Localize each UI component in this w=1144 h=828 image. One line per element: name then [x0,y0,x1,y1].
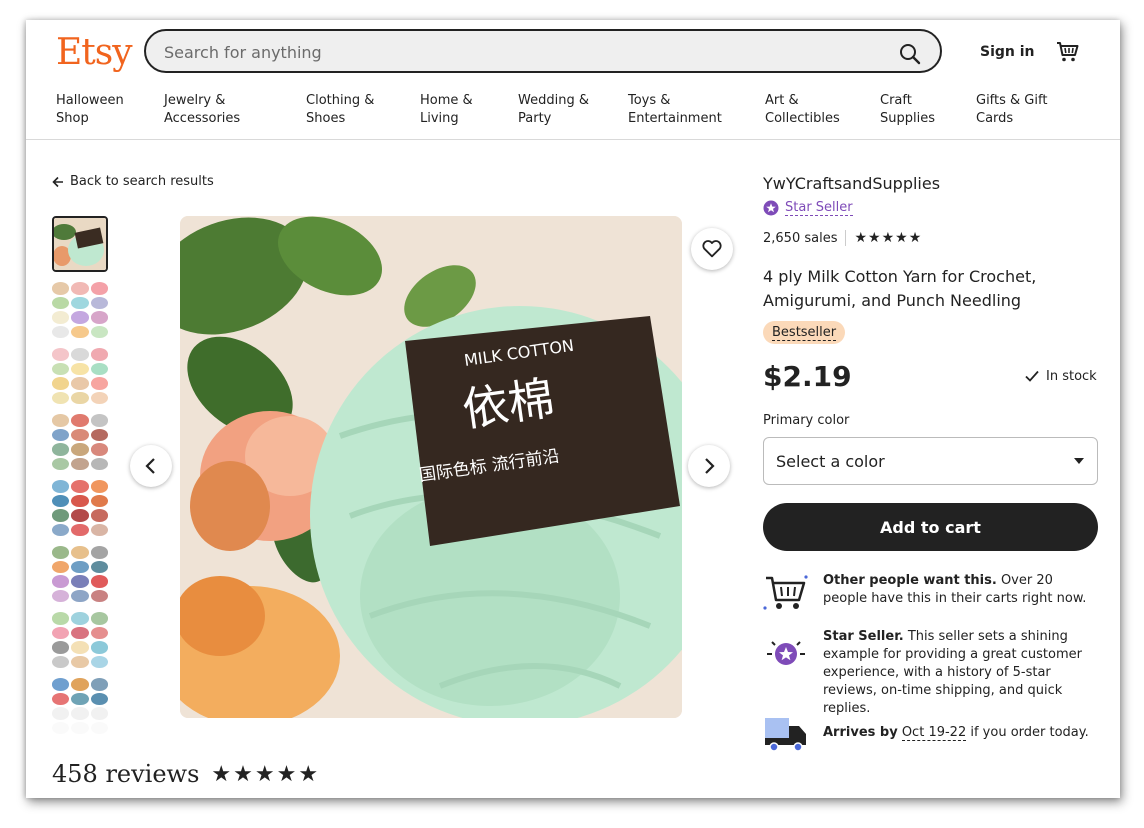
checkmark-icon [1025,370,1039,382]
cart-demand-icon [763,575,808,610]
browser-page: Etsy Sign in Halloween Shop Jewelry & Ac… [26,20,1120,798]
primary-color-label: Primary color [763,413,850,428]
thumbnail-6[interactable] [52,546,108,602]
cart-button[interactable] [1056,40,1080,64]
reviews-stars: ★★★★★ [211,761,321,787]
shopping-cart-icon [1057,42,1079,62]
stock-status: In stock [1024,368,1097,384]
shop-rating-stars[interactable]: ★★★★★ [854,230,922,246]
nav-clothing-shoes[interactable]: Clothing & Shoes [306,92,416,128]
thumbnail-8[interactable] [52,678,108,734]
delivery-truck-icon [765,718,806,752]
thumbnail-strip [52,216,112,744]
etsy-logo[interactable]: Etsy [56,32,133,73]
thumbnail-4[interactable] [52,414,108,470]
select-value: Select a color [776,451,885,471]
nav-halloween-shop[interactable]: Halloween Shop [56,92,166,128]
yarn-swatch-grid [52,546,108,602]
demand-notice: Other people want this. Over 20 people h… [763,572,1098,612]
nav-art-collectibles[interactable]: Art & Collectibles [765,92,875,128]
sign-in-link[interactable]: Sign in [980,44,1035,60]
back-to-search-link[interactable]: Back to search results [52,174,214,189]
sales-count: 2,650 sales [763,230,838,246]
thumbnail-image [54,218,106,270]
yarn-photo: MILK COTTON 依棉 国际色标 流行前沿 [180,216,682,718]
thumbnail-2[interactable] [52,282,108,338]
shop-name-link[interactable]: YwYCraftsandSupplies [763,174,940,193]
prev-image-button[interactable] [130,445,172,487]
add-to-cart-button[interactable]: Add to cart [763,503,1098,551]
star-seller-text: Star Seller. This seller sets a shining … [823,629,1082,716]
thumbnail-1[interactable] [52,216,108,272]
nav-craft-supplies[interactable]: Craft Supplies [880,92,990,128]
delivery-dates[interactable]: Oct 19-22 [901,725,967,741]
delivery-text: Arrives by Oct 19-22 if you order today. [823,725,1089,741]
star-seller-badge-icon [767,641,805,665]
demand-text: Other people want this. Over 20 people h… [823,573,1087,606]
star-seller-badge[interactable]: Star Seller [763,200,853,216]
thumbnail-5[interactable] [52,480,108,536]
yarn-swatch-grid [52,480,108,536]
search-icon [900,44,921,65]
product-price: $2.19 [763,360,852,393]
delivery-notice: Arrives by Oct 19-22 if you order today. [763,714,1098,754]
nav-toys-entertainment[interactable]: Toys & Entertainment [628,92,758,128]
thumbnail-7[interactable] [52,612,108,668]
star-seller-icon [763,200,779,216]
chevron-left-icon [145,458,155,474]
separator [845,230,847,246]
bestseller-label: Bestseller [772,325,837,341]
star-seller-notice: Star Seller. This seller sets a shining … [763,628,1098,718]
header-divider [26,139,1120,140]
search-input[interactable] [162,39,866,65]
reviews-count: 458 reviews [52,760,200,788]
yarn-swatch-grid [52,414,108,470]
search-button[interactable] [898,42,922,66]
search-bar[interactable] [144,29,942,73]
nav-wedding-party[interactable]: Wedding & Party [518,92,628,128]
bestseller-badge[interactable]: Bestseller [763,321,846,344]
yarn-swatch-grid [52,348,108,404]
product-image[interactable]: MILK COTTON 依棉 国际色标 流行前沿 [180,216,682,718]
arrow-left-icon [52,176,63,187]
caret-down-icon [1074,458,1084,464]
sales-rating-row: 2,650 sales ★★★★★ [763,230,922,246]
next-image-button[interactable] [688,445,730,487]
nav-home-living[interactable]: Home & Living [420,92,530,128]
yarn-swatch-grid [52,678,108,734]
back-link-label: Back to search results [70,174,214,189]
reviews-header: 458 reviews ★★★★★ [52,760,320,788]
primary-color-select[interactable]: Select a color [763,437,1098,485]
product-title: 4 ply Milk Cotton Yarn for Crochet, Amig… [763,267,1037,310]
nav-gifts-gift-cards[interactable]: Gifts & Gift Cards [976,92,1086,128]
chevron-right-icon [705,458,715,474]
thumbnail-3[interactable] [52,348,108,404]
heart-icon [702,240,722,258]
yarn-swatch-grid [52,612,108,668]
stock-label: In stock [1046,368,1097,384]
star-seller-label: Star Seller [785,200,853,216]
nav-jewelry-accessories[interactable]: Jewelry & Accessories [164,92,274,128]
yarn-swatch-grid [52,282,108,338]
favorite-button[interactable] [691,228,733,270]
